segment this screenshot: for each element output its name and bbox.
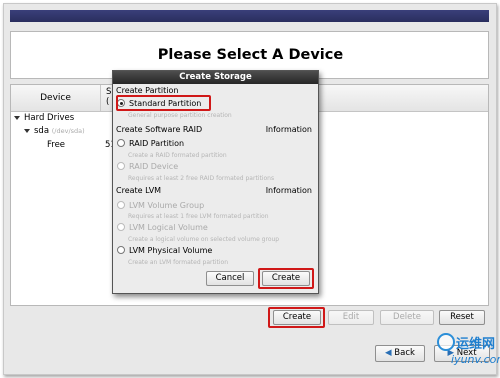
highlight-box: [116, 95, 211, 111]
option-desc: Create a RAID formated partition: [128, 152, 227, 159]
watermark-logo: 运维网 iyunv.com: [437, 331, 500, 375]
page-title: Please Select A Device: [157, 47, 344, 63]
device-path: (/dev/sda): [51, 127, 85, 135]
radio-icon[interactable]: [117, 246, 125, 254]
option-lvm-physical-volume[interactable]: LVM Physical Volume: [117, 246, 212, 255]
dialog-title: Create Storage: [113, 71, 318, 84]
lvm-information-link[interactable]: Information: [266, 186, 312, 195]
watermark-cn: 运维网: [456, 337, 496, 352]
tree-row-sda[interactable]: sda (/dev/sda): [24, 126, 85, 136]
option-raid-device: RAID Device: [117, 162, 178, 171]
option-desc: Requires at least 1 free LVM formated pa…: [128, 213, 269, 220]
arrow-left-icon: ◀: [385, 348, 392, 358]
watermark-url: iyunv.com: [451, 353, 500, 366]
highlight-box: [258, 268, 314, 289]
create-storage-dialog: Create Storage Create Partition Standard…: [112, 70, 319, 294]
tree-row-hard-drives[interactable]: Hard Drives: [14, 113, 74, 123]
radio-icon: [117, 201, 125, 209]
reset-button[interactable]: Reset: [439, 310, 485, 325]
radio-icon: [117, 223, 125, 231]
section-create-lvm: Create LVM: [116, 186, 162, 195]
top-banner: [10, 10, 489, 22]
radio-icon: [117, 162, 125, 170]
tree-row-free[interactable]: Free: [47, 140, 65, 150]
section-create-partition: Create Partition: [116, 86, 179, 95]
column-size[interactable]: S (: [106, 87, 111, 107]
column-device[interactable]: Device: [11, 85, 101, 111]
option-desc: General purpose partition creation: [128, 112, 232, 119]
expand-icon[interactable]: [14, 115, 20, 120]
logo-icon: [437, 333, 455, 351]
expand-icon[interactable]: [24, 128, 30, 133]
option-lvm-volume-group: LVM Volume Group: [117, 201, 204, 210]
highlight-box: [268, 307, 325, 328]
edit-button[interactable]: Edit: [328, 310, 374, 325]
option-raid-partition[interactable]: RAID Partition: [117, 139, 184, 148]
radio-icon[interactable]: [117, 139, 125, 147]
back-button[interactable]: ◀ Back: [375, 345, 425, 362]
option-desc: Requires at least 2 free RAID formated p…: [128, 175, 275, 182]
option-desc: Create a logical volume on selected volu…: [128, 236, 280, 243]
option-lvm-logical-volume: LVM Logical Volume: [117, 223, 208, 232]
cancel-button[interactable]: Cancel: [206, 271, 254, 286]
option-desc: Create an LVM formated partition: [128, 259, 228, 266]
section-create-raid: Create Software RAID: [116, 125, 203, 134]
raid-information-link[interactable]: Information: [266, 125, 312, 134]
delete-button[interactable]: Delete: [380, 310, 434, 325]
